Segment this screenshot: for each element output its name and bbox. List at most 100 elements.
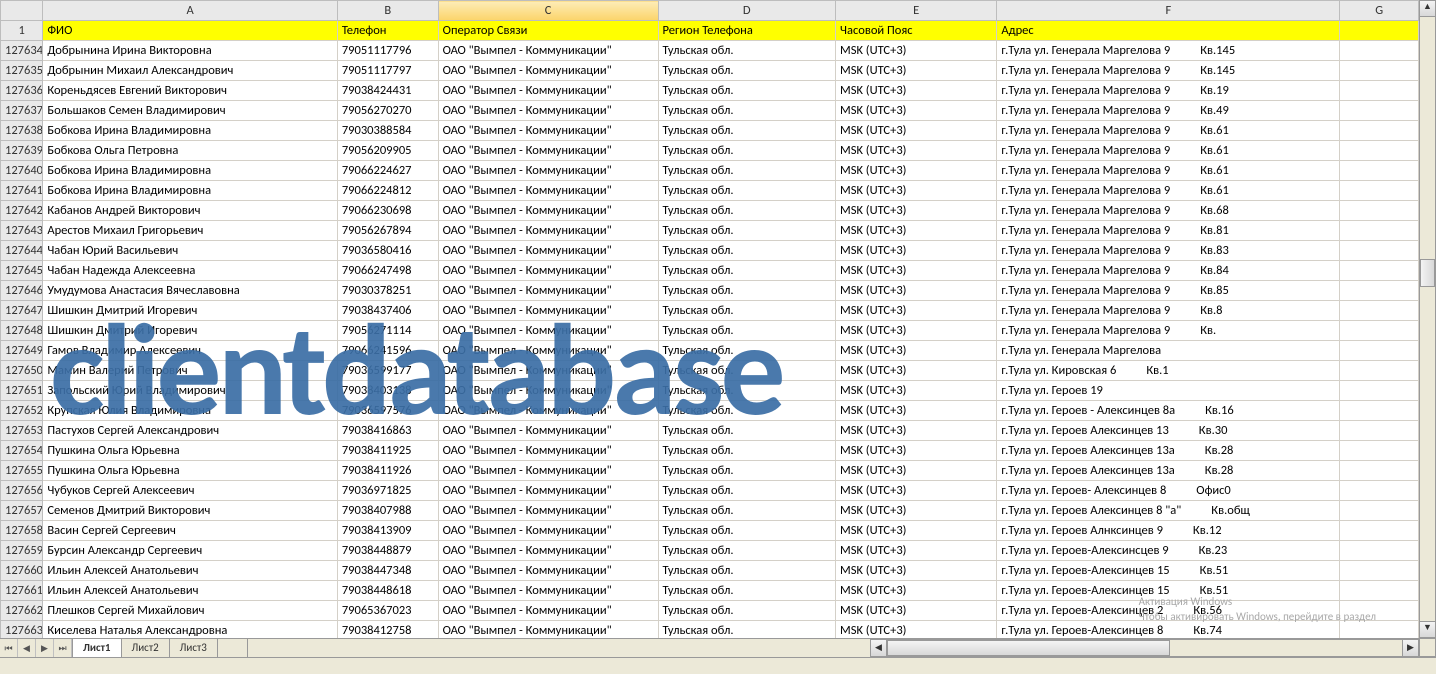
- table-cell[interactable]: 79066230698: [337, 201, 438, 221]
- table-cell[interactable]: MSK (UTC+3): [836, 541, 997, 561]
- table-cell[interactable]: ОАО "Вымпел - Коммуникации": [438, 441, 658, 461]
- table-cell[interactable]: 79056270270: [337, 101, 438, 121]
- table-cell[interactable]: г.Тула ул. Генерала Маргелова 9Кв.68: [997, 201, 1340, 221]
- row-header[interactable]: 127636: [1, 81, 43, 101]
- table-cell[interactable]: Тульская обл.: [658, 381, 836, 401]
- table-cell[interactable]: 79036597576: [337, 401, 438, 421]
- vertical-scrollbar[interactable]: ▲ ▼: [1419, 0, 1436, 638]
- table-cell[interactable]: 79038424431: [337, 81, 438, 101]
- table-cell[interactable]: 79056267894: [337, 221, 438, 241]
- table-cell[interactable]: Крупская Юлия Владимировна: [43, 401, 337, 421]
- table-cell[interactable]: г.Тула ул. Героев-Алексинцев 8Кв.74: [997, 621, 1340, 639]
- table-cell[interactable]: 79038437406: [337, 301, 438, 321]
- table-cell[interactable]: Запольский Юрий Владимирович: [43, 381, 337, 401]
- table-cell[interactable]: ОАО "Вымпел - Коммуникации": [438, 141, 658, 161]
- table-cell[interactable]: г.Тула ул. Генерала Маргелова 9Кв.83: [997, 241, 1340, 261]
- table-cell[interactable]: г.Тула ул. Генерала Маргелова 9Кв.: [997, 321, 1340, 341]
- table-cell[interactable]: [1340, 301, 1419, 321]
- table-cell[interactable]: ОАО "Вымпел - Коммуникации": [438, 161, 658, 181]
- table-cell[interactable]: Бобкова Ольга Петровна: [43, 141, 337, 161]
- table-cell[interactable]: Арестов Михаил Григорьевич: [43, 221, 337, 241]
- table-cell[interactable]: Тульская обл.: [658, 461, 836, 481]
- table-cell[interactable]: MSK (UTC+3): [836, 421, 997, 441]
- table-cell[interactable]: Ильин Алексей Анатольевич: [43, 561, 337, 581]
- column-header-B[interactable]: B: [337, 1, 438, 21]
- tab-next-button[interactable]: ▶: [36, 639, 54, 657]
- row-header[interactable]: 127660: [1, 561, 43, 581]
- table-cell[interactable]: [1340, 601, 1419, 621]
- table-cell[interactable]: Чубуков Сергей Алексеевич: [43, 481, 337, 501]
- table-cell[interactable]: ОАО "Вымпел - Коммуникации": [438, 601, 658, 621]
- table-cell[interactable]: 79038416863: [337, 421, 438, 441]
- table-cell[interactable]: [1340, 321, 1419, 341]
- row-header[interactable]: 127646: [1, 281, 43, 301]
- table-cell[interactable]: [1340, 441, 1419, 461]
- table-cell[interactable]: г.Тула ул. Героев-Алексинцев 2Кв.56: [997, 601, 1340, 621]
- row-header[interactable]: 127649: [1, 341, 43, 361]
- table-cell[interactable]: Тульская обл.: [658, 301, 836, 321]
- column-header-F[interactable]: F: [997, 1, 1340, 21]
- table-cell[interactable]: Семенов Дмитрий Викторович: [43, 501, 337, 521]
- table-cell[interactable]: MSK (UTC+3): [836, 101, 997, 121]
- table-cell[interactable]: 79038411926: [337, 461, 438, 481]
- table-cell[interactable]: 79051117797: [337, 61, 438, 81]
- table-cell[interactable]: ОАО "Вымпел - Коммуникации": [438, 581, 658, 601]
- table-cell[interactable]: г.Тула ул. Генерала Маргелова 9Кв.49: [997, 101, 1340, 121]
- row-header[interactable]: 1: [1, 21, 43, 41]
- table-cell[interactable]: Тульская обл.: [658, 101, 836, 121]
- table-cell[interactable]: 79038448618: [337, 581, 438, 601]
- table-cell[interactable]: ОАО "Вымпел - Коммуникации": [438, 501, 658, 521]
- table-cell[interactable]: Кабанов Андрей Викторович: [43, 201, 337, 221]
- column-header-G[interactable]: G: [1340, 1, 1419, 21]
- header-cell-D[interactable]: Регион Телефона: [658, 21, 836, 41]
- table-cell[interactable]: г.Тула ул. Героев Алексинцев 8 "а"Кв.общ: [997, 501, 1340, 521]
- table-cell[interactable]: 79038447348: [337, 561, 438, 581]
- scroll-right-button[interactable]: ▶: [1402, 639, 1419, 657]
- vscroll-track[interactable]: [1419, 17, 1436, 621]
- table-cell[interactable]: Бобкова Ирина Владимировна: [43, 181, 337, 201]
- table-cell[interactable]: MSK (UTC+3): [836, 521, 997, 541]
- row-header[interactable]: 127639: [1, 141, 43, 161]
- row-header[interactable]: 127657: [1, 501, 43, 521]
- table-cell[interactable]: г.Тула ул. Генерала Маргелова 9Кв.8: [997, 301, 1340, 321]
- tab-last-button[interactable]: ⏭: [54, 639, 72, 657]
- table-cell[interactable]: Тульская обл.: [658, 121, 836, 141]
- table-cell[interactable]: ОАО "Вымпел - Коммуникации": [438, 241, 658, 261]
- table-cell[interactable]: Тульская обл.: [658, 501, 836, 521]
- table-cell[interactable]: [1340, 121, 1419, 141]
- table-cell[interactable]: ОАО "Вымпел - Коммуникации": [438, 561, 658, 581]
- table-cell[interactable]: ОАО "Вымпел - Коммуникации": [438, 381, 658, 401]
- table-cell[interactable]: Добрынина Ирина Викторовна: [43, 41, 337, 61]
- header-cell-G[interactable]: [1340, 21, 1419, 41]
- table-cell[interactable]: г.Тула ул. Героев Алнксинцев 9Кв.12: [997, 521, 1340, 541]
- table-cell[interactable]: ОАО "Вымпел - Коммуникации": [438, 181, 658, 201]
- table-cell[interactable]: ОАО "Вымпел - Коммуникации": [438, 221, 658, 241]
- sheet-tab[interactable]: Лист2: [122, 639, 170, 657]
- table-cell[interactable]: MSK (UTC+3): [836, 341, 997, 361]
- table-cell[interactable]: MSK (UTC+3): [836, 381, 997, 401]
- table-cell[interactable]: Шишкин Дмитрий Игоревич: [43, 321, 337, 341]
- table-cell[interactable]: MSK (UTC+3): [836, 601, 997, 621]
- row-header[interactable]: 127651: [1, 381, 43, 401]
- table-cell[interactable]: [1340, 181, 1419, 201]
- table-cell[interactable]: г.Тула ул. Генерала Маргелова 9Кв.19: [997, 81, 1340, 101]
- table-cell[interactable]: 79038448879: [337, 541, 438, 561]
- table-cell[interactable]: MSK (UTC+3): [836, 241, 997, 261]
- table-cell[interactable]: Киселева Наталья Александровна: [43, 621, 337, 639]
- table-cell[interactable]: 79036580416: [337, 241, 438, 261]
- table-cell[interactable]: г.Тула ул. Героев Алексинцев 13аКв.28: [997, 461, 1340, 481]
- table-cell[interactable]: г.Тула ул. Героев- Алексинцев 8Офис0: [997, 481, 1340, 501]
- table-cell[interactable]: [1340, 341, 1419, 361]
- table-cell[interactable]: 79036971825: [337, 481, 438, 501]
- row-header[interactable]: 127644: [1, 241, 43, 261]
- scroll-up-button[interactable]: ▲: [1419, 0, 1436, 17]
- table-cell[interactable]: [1340, 581, 1419, 601]
- table-cell[interactable]: Тульская обл.: [658, 621, 836, 639]
- table-cell[interactable]: Гамов Владимир Алексеевич: [43, 341, 337, 361]
- table-cell[interactable]: ОАО "Вымпел - Коммуникации": [438, 41, 658, 61]
- row-header[interactable]: 127654: [1, 441, 43, 461]
- table-cell[interactable]: [1340, 261, 1419, 281]
- table-cell[interactable]: ОАО "Вымпел - Коммуникации": [438, 481, 658, 501]
- table-cell[interactable]: г.Тула ул. Генерала Маргелова 9Кв.84: [997, 261, 1340, 281]
- table-cell[interactable]: 79066241596: [337, 341, 438, 361]
